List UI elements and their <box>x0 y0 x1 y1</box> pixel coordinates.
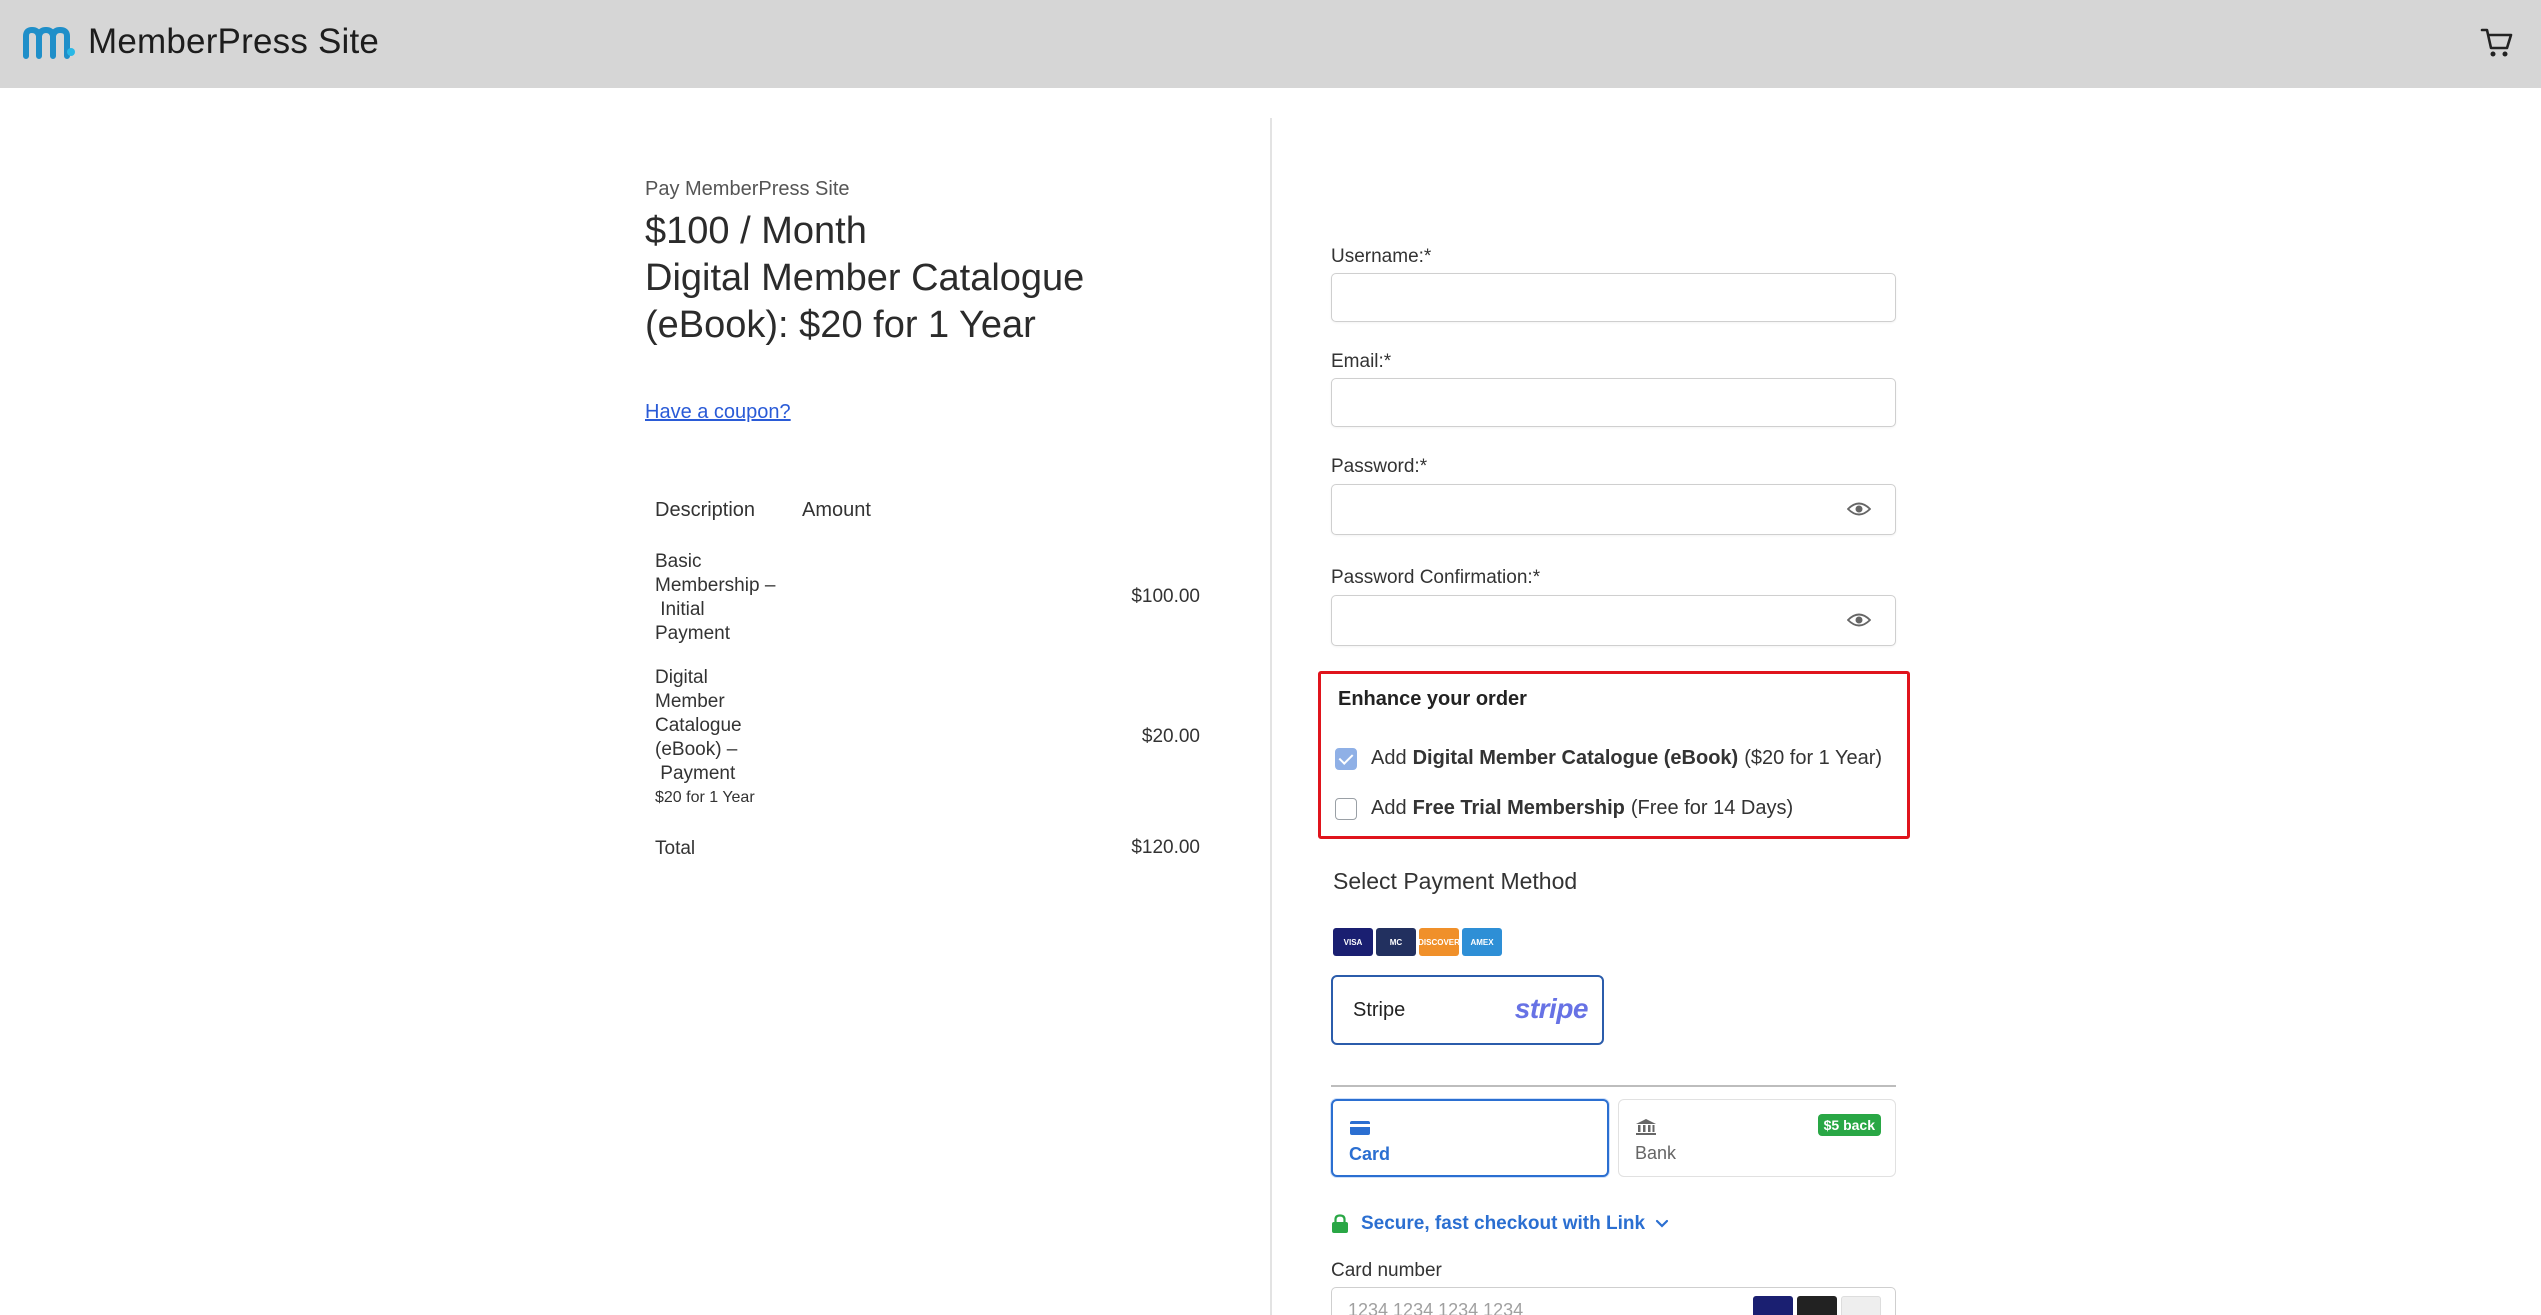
row-2-amount: $20.00 <box>1141 726 1200 747</box>
bank-icon <box>1636 1119 1656 1135</box>
card-number-label: Card number <box>1331 1260 1442 1281</box>
tab-card-label: Card <box>1349 1144 1391 1164</box>
coupon-link[interactable]: Have a coupon? <box>645 401 791 424</box>
mastercard-icon <box>1797 1296 1837 1315</box>
credit-card-icon <box>1350 1121 1370 1135</box>
password-input[interactable] <box>1331 484 1896 535</box>
enhance-order-box: Enhance your order Add Digital Member Ca… <box>1318 671 1910 839</box>
discover-icon: DISCOVER <box>1418 928 1460 956</box>
row-1-desc-line: Payment <box>655 623 730 644</box>
mastercard-icon: MC <box>1376 928 1416 956</box>
payment-divider <box>1331 1085 1896 1087</box>
visa-icon: VISA <box>1333 928 1373 956</box>
total-amount: $120.00 <box>1131 837 1200 858</box>
password-label: Password:* <box>1331 456 1428 477</box>
row-1-description: Basic Membership – Initial Payment <box>655 550 775 646</box>
card-number-input[interactable]: 1234 1234 1234 1234 <box>1331 1287 1896 1315</box>
row-1-desc-line: Initial <box>655 599 705 620</box>
site-title[interactable]: MemberPress Site <box>88 22 379 62</box>
row-2-desc-line: Member <box>655 691 725 712</box>
visa-icon <box>1753 1296 1793 1315</box>
row-1-desc-line: Membership – <box>655 575 776 596</box>
addon-ebook-checkbox[interactable] <box>1335 747 1357 770</box>
chevron-down-icon <box>1655 1219 1669 1228</box>
addon-detail: ($20 for 1 Year) <box>1744 747 1883 769</box>
card-number-brands <box>1753 1296 1881 1315</box>
table-header-amount: Amount <box>802 499 871 521</box>
addon-trial-checkbox[interactable] <box>1335 797 1357 820</box>
stripe-label: Stripe <box>1353 999 1406 1021</box>
total-label: Total <box>655 838 696 859</box>
row-1-desc-line: Basic <box>655 551 702 572</box>
row-2-desc-line: Digital <box>655 667 708 688</box>
eye-icon[interactable] <box>1847 500 1871 518</box>
link-checkout-toggle[interactable]: Secure, fast checkout with Link <box>1331 1213 1669 1235</box>
row-2-desc-line: Payment <box>655 763 736 784</box>
pay-label: Pay MemberPress Site <box>645 178 850 200</box>
email-input[interactable] <box>1331 378 1896 427</box>
product-heading: Digital Member Catalogue (eBook): $20 fo… <box>645 257 1085 346</box>
stripe-logo: stripe <box>1514 993 1589 1024</box>
password-confirm-input[interactable] <box>1331 595 1896 646</box>
row-2-note: $20 for 1 Year <box>655 789 755 806</box>
stripe-gateway-option[interactable]: Stripe stripe <box>1331 975 1604 1045</box>
link-text: Secure, fast checkout with Link <box>1361 1213 1646 1234</box>
amex-icon: AMEX <box>1462 928 1502 956</box>
payment-method-title: Select Payment Method <box>1333 868 1578 894</box>
password-confirm-label: Password Confirmation:* <box>1331 567 1541 588</box>
tab-bank-label: Bank <box>1635 1143 1677 1163</box>
card-brands-row: VISA MC DISCOVER AMEX <box>1333 928 1502 956</box>
table-header-description: Description <box>655 499 756 521</box>
lock-icon <box>1332 1214 1348 1233</box>
username-label: Username:* <box>1331 246 1432 267</box>
discover-icon <box>1841 1296 1881 1315</box>
row-1-amount: $100.00 <box>1131 586 1200 607</box>
top-bar: MemberPress Site <box>0 0 2541 88</box>
addon-name: Free Trial Membership <box>1412 797 1625 819</box>
enhance-title: Enhance your order <box>1338 688 1527 710</box>
row-2-description: Digital Member Catalogue (eBook) – Payme… <box>655 666 755 810</box>
addon-name: Digital Member Catalogue (eBook) <box>1412 747 1739 769</box>
row-2-desc-line: (eBook) – <box>655 739 738 760</box>
row-2-desc-line: Catalogue <box>655 715 742 736</box>
price-heading: $100 / Month <box>645 210 867 252</box>
email-label: Email:* <box>1331 351 1392 372</box>
cart-icon[interactable] <box>2480 26 2514 58</box>
card-number-placeholder: 1234 1234 1234 1234 <box>1348 1300 1524 1315</box>
memberpress-m-icon[interactable] <box>22 26 76 60</box>
tab-card[interactable]: Card <box>1331 1099 1609 1177</box>
username-input[interactable] <box>1331 273 1896 322</box>
column-divider <box>1270 118 1272 1315</box>
addon-ebook-option[interactable]: Add Digital Member Catalogue (eBook) ($2… <box>1335 747 1882 770</box>
addon-trial-option[interactable]: Add Free Trial Membership (Free for 14 D… <box>1335 797 1793 820</box>
tab-bank[interactable]: Bank $5 back <box>1618 1099 1896 1177</box>
eye-icon[interactable] <box>1847 611 1871 629</box>
addon-prefix: Add <box>1371 797 1407 819</box>
addon-prefix: Add <box>1371 747 1407 769</box>
cashback-badge: $5 back <box>1817 1114 1881 1136</box>
addon-detail: (Free for 14 Days) <box>1630 797 1794 819</box>
